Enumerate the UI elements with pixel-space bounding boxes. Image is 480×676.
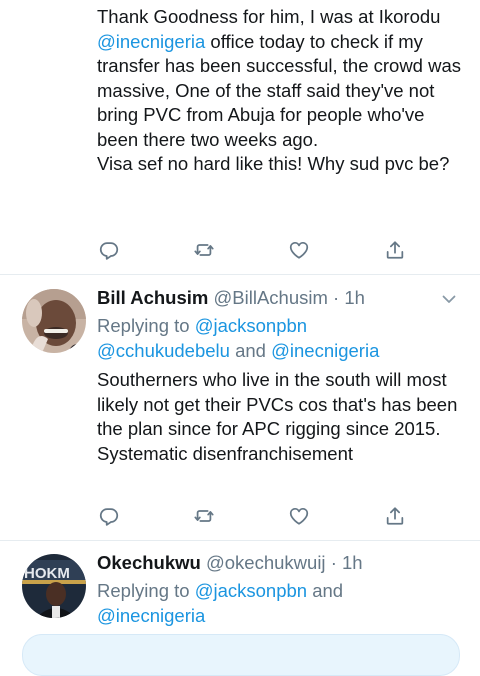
like-button[interactable] [287,238,311,262]
avatar-image [22,289,86,353]
retweet-button[interactable] [192,504,216,528]
replying-and: and [229,340,272,361]
replying-label: Replying to [97,580,195,601]
timestamp[interactable]: 1h [344,287,365,308]
reply-button[interactable] [97,238,121,262]
mention-link[interactable]: @cchukudebelu [97,340,230,361]
author-name[interactable]: Bill Achusim [97,287,208,308]
replying-and: and [307,580,344,601]
avatar[interactable] [22,289,86,353]
retweet-button[interactable] [192,238,216,262]
share-button[interactable] [383,238,407,262]
retweet-icon [194,510,214,522]
tweet-actions [97,504,427,528]
author-handle[interactable]: @okechukwuij [206,552,326,573]
mention-link[interactable]: @inecnigeria [97,605,205,626]
author-name[interactable]: Okechukwu [97,552,201,573]
tweet-text-part: Visa sef no hard like this! Why sud pvc … [97,153,450,174]
mention-link[interactable]: @jacksonpbn [195,315,307,336]
reply-icon [99,242,119,260]
tweet-text: Southerners who live in the south will m… [97,368,467,466]
reply-icon [99,508,119,526]
heart-icon [289,241,309,259]
tweet-text-part: Southerners who live in the south will m… [97,369,458,439]
tweet-1: Thank Goodness for him, I was at Ikorodu… [0,0,480,270]
svg-text:HOKM: HOKM [24,565,70,582]
share-icon [386,507,404,525]
tweet-3: HOKM Okechukwu @okechukwuij · 1h Replyin… [0,541,480,636]
tweet-2: Bill Achusim @BillAchusim · 1h Replying … [0,275,480,540]
heart-icon [289,507,309,525]
share-button[interactable] [383,504,407,528]
tweet-text: Thank Goodness for him, I was at Ikorodu… [97,5,467,177]
mention-link[interactable]: @inecnigeria [97,31,205,52]
tweet-header: Bill Achusim @BillAchusim · 1h [97,286,365,310]
tweet-text-part: Systematic disenfranchisement [97,442,354,464]
avatar-image: HOKM [22,554,86,618]
replying-to: Replying to @jacksonpbn @cchukudebelu an… [97,313,467,363]
mention-link[interactable]: @inecnigeria [271,340,379,361]
mention-link[interactable]: @jacksonpbn [195,580,307,601]
retweet-icon [194,244,214,256]
avatar[interactable]: HOKM [22,554,86,618]
separator-dot: · [330,552,337,573]
reply-button[interactable] [97,504,121,528]
replying-to: Replying to @jacksonpbn and @inecnigeria [97,578,467,628]
tweet-text-part: Thank Goodness for him, I was at Ikorodu [97,6,441,27]
timestamp[interactable]: 1h [342,552,363,573]
replying-label: Replying to [97,315,195,336]
tweet-actions [97,238,427,262]
tweet-header: Okechukwu @okechukwuij · 1h [97,551,363,575]
share-icon [386,241,404,259]
like-button[interactable] [287,504,311,528]
chevron-down-icon[interactable] [440,290,458,308]
author-handle[interactable]: @BillAchusim [214,287,328,308]
reply-compose-bar[interactable] [22,634,460,676]
